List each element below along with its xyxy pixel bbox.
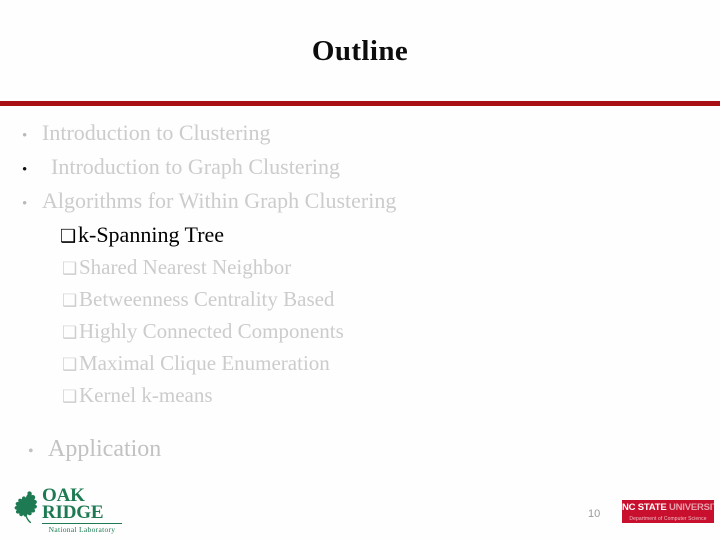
bullet-dot-icon: • — [22, 162, 28, 178]
bullet-dot-icon: • — [22, 196, 28, 212]
outline-item[interactable]: • Application — [0, 437, 720, 475]
outline-item[interactable]: • Algorithms for Within Graph Clustering — [0, 190, 720, 224]
title-divider-rule — [0, 101, 720, 106]
bullet-square-icon: ❑ — [60, 226, 77, 246]
outline-item[interactable]: ❑ Betweenness Centrality Based — [0, 289, 720, 321]
slide: Outline • Introduction to Clustering • Intr… — [0, 0, 720, 540]
outline-item-label: Maximal Clique Enumeration — [79, 351, 330, 375]
ncsu-name-bold: NC STATE — [622, 502, 667, 513]
outline-item-label: Kernel k-means — [79, 383, 213, 407]
outline-item-label: Betweenness Centrality Based — [79, 287, 335, 311]
outline-item-label: k-Spanning Tree — [78, 222, 225, 247]
bullet-dot-icon: • — [22, 128, 28, 144]
ornl-logo: OAK RIDGE National Laboratory — [8, 486, 126, 535]
ncsu-name-light: UNIVERSITY — [668, 502, 714, 513]
page-number: 10 — [588, 508, 601, 520]
outline-item[interactable]: ❑ Maximal Clique Enumeration — [0, 353, 720, 385]
ornl-subtitle: National Laboratory — [48, 525, 116, 535]
bullet-square-icon: ❑ — [62, 259, 78, 278]
outline-item-label: Highly Connected Components — [79, 319, 344, 343]
outline-item[interactable]: • Introduction to Graph Clustering — [0, 156, 720, 190]
bullet-square-icon: ❑ — [62, 355, 78, 374]
ornl-underline — [42, 522, 122, 525]
oak-leaf-icon — [14, 491, 37, 524]
ncsu-logo: NC STATE UNIVERSITY Department of Comput… — [622, 500, 714, 523]
outline-item-label: Introduction to Graph Clustering — [51, 154, 341, 179]
outline-list: • Introduction to Clustering • Introduction… — [0, 122, 720, 475]
outline-item[interactable]: ❑ Shared Nearest Neighbor — [0, 257, 720, 289]
outline-item-active[interactable]: ❑ k-Spanning Tree — [0, 224, 720, 257]
ornl-ridge-text: RIDGE — [42, 502, 104, 524]
page-title: Outline — [311, 35, 409, 67]
bullet-square-icon: ❑ — [62, 323, 78, 342]
ornl-wordmark: OAK RIDGE National Laboratory — [42, 486, 126, 535]
outline-item-label: Introduction to Clustering — [42, 120, 271, 145]
bullet-square-icon: ❑ — [62, 291, 78, 310]
bullet-dot-icon: • — [28, 443, 34, 460]
slide-title-area: Outline — [0, 35, 720, 68]
outline-item-label: Algorithms for Within Graph Clustering — [42, 188, 397, 213]
outline-item[interactable]: • Introduction to Clustering — [0, 122, 720, 156]
outline-item-label: Shared Nearest Neighbor — [79, 255, 292, 279]
outline-item-label: Application — [48, 436, 162, 462]
bullet-square-icon: ❑ — [62, 387, 78, 406]
outline-item[interactable]: ❑ Kernel k-means — [0, 385, 720, 417]
ncsu-wordmark: NC STATE UNIVERSITY — [622, 503, 714, 513]
ncsu-department: Department of Computer Science — [629, 515, 707, 522]
outline-item[interactable]: ❑ Highly Connected Components — [0, 321, 720, 353]
